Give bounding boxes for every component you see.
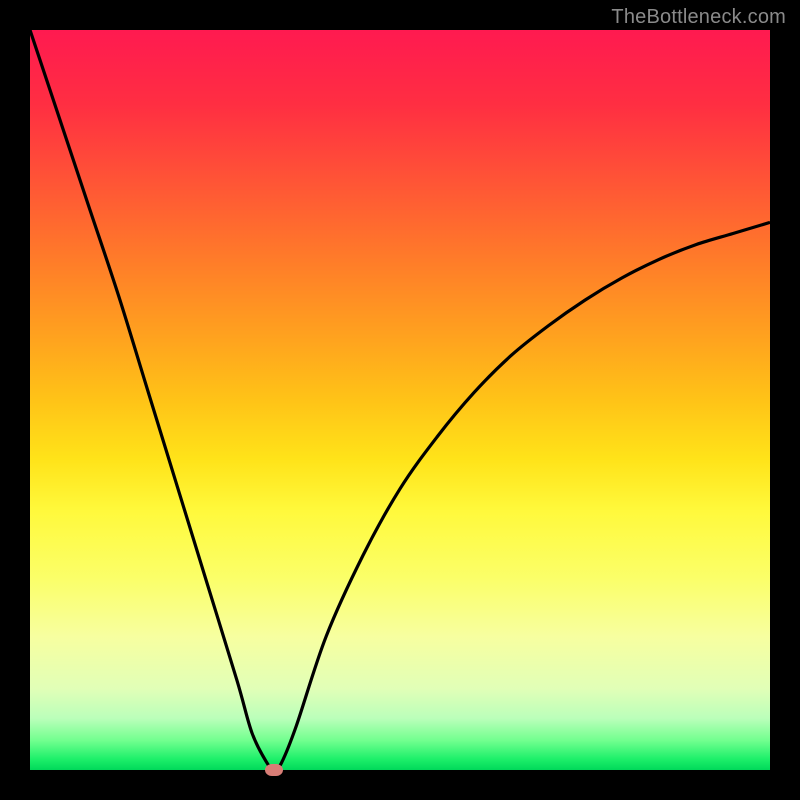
bottleneck-curve [30,30,770,770]
chart-frame: TheBottleneck.com [0,0,800,800]
watermark-text: TheBottleneck.com [611,6,786,29]
optimal-point-marker [265,764,283,776]
curve-path [30,30,770,770]
plot-area [30,30,770,770]
